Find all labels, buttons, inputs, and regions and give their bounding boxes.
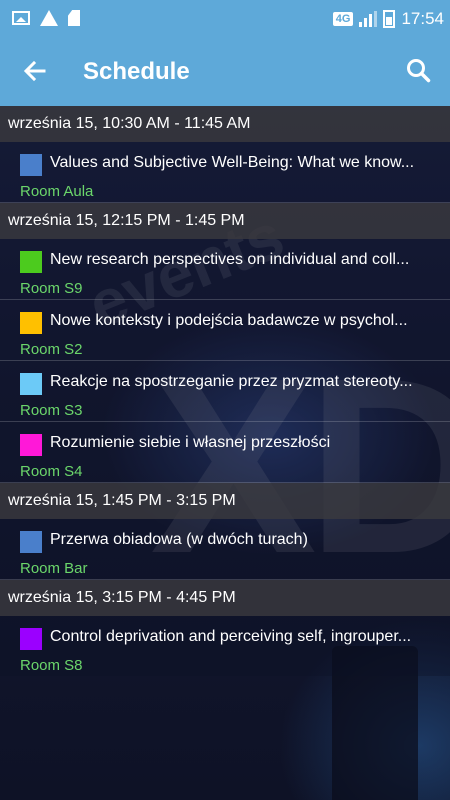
search-icon[interactable] — [404, 56, 434, 86]
image-icon — [12, 11, 30, 25]
session-title: Reakcje na spostrzeganie przez pryzmat s… — [50, 373, 413, 390]
session-room: Room S8 — [20, 657, 83, 674]
signal-icon — [359, 11, 378, 27]
track-color-swatch — [20, 154, 42, 176]
status-bar: 4G 17:54 — [0, 0, 450, 38]
network-type: 4G — [332, 12, 354, 26]
session-item[interactable]: Rozumienie siebie i własnej przeszłości … — [0, 422, 450, 483]
track-color-swatch — [20, 531, 42, 553]
track-color-swatch — [20, 434, 42, 456]
time-slot-header: września 15, 12:15 PM - 1:45 PM — [0, 203, 450, 239]
session-title: Nowe konteksty i podejścia badawcze w ps… — [50, 312, 408, 329]
session-room: Room S2 — [20, 341, 83, 358]
session-item[interactable]: New research perspectives on individual … — [0, 239, 450, 300]
session-title: New research perspectives on individual … — [50, 251, 410, 268]
track-color-swatch — [20, 251, 42, 273]
session-title: Rozumienie siebie i własnej przeszłości — [50, 434, 331, 451]
page-title: Schedule — [83, 58, 190, 85]
session-room: Room Bar — [20, 560, 88, 577]
session-title: Values and Subjective Well-Being: What w… — [50, 154, 415, 171]
session-item[interactable]: Przerwa obiadowa (w dwóch turach) Room B… — [0, 519, 450, 580]
time-slot-header: września 15, 10:30 AM - 11:45 AM — [0, 106, 450, 142]
session-room: Room S9 — [20, 280, 83, 297]
session-item[interactable]: Nowe konteksty i podejścia badawcze w ps… — [0, 300, 450, 361]
warning-icon — [40, 10, 58, 26]
session-item[interactable]: Reakcje na spostrzeganie przez pryzmat s… — [0, 361, 450, 422]
session-title: Control deprivation and perceiving self,… — [50, 628, 412, 645]
session-room: Room S3 — [20, 402, 83, 419]
track-color-swatch — [20, 628, 42, 650]
session-room: Room Aula — [20, 183, 94, 200]
session-item[interactable]: Values and Subjective Well-Being: What w… — [0, 142, 450, 203]
battery-icon — [383, 10, 396, 28]
arrow-left-icon[interactable] — [20, 56, 50, 86]
schedule-list: września 15, 10:30 AM - 11:45 AM Values … — [0, 106, 450, 676]
time-slot-header: września 15, 1:45 PM - 3:15 PM — [0, 483, 450, 519]
app-toolbar: Schedule — [0, 38, 450, 106]
track-color-swatch — [20, 373, 42, 395]
sd-card-icon — [68, 10, 80, 26]
track-color-swatch — [20, 312, 42, 334]
session-item[interactable]: Control deprivation and perceiving self,… — [0, 616, 450, 676]
session-title: Przerwa obiadowa (w dwóch turach) — [50, 531, 308, 548]
time-slot-header: września 15, 3:15 PM - 4:45 PM — [0, 580, 450, 616]
session-room: Room S4 — [20, 463, 83, 480]
status-time: 17:54 — [401, 9, 444, 28]
